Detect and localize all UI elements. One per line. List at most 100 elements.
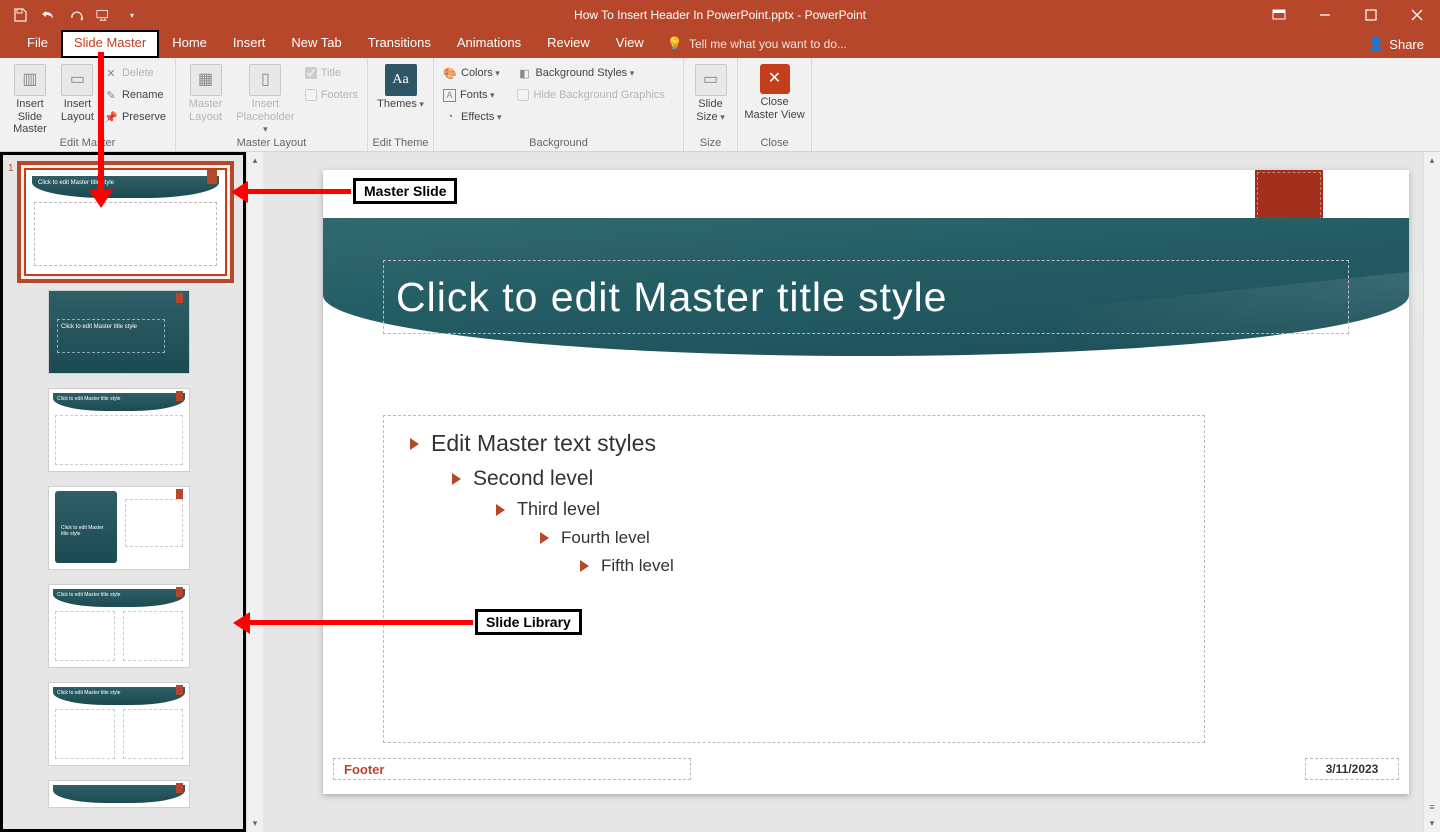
footers-checkbox: Footers	[302, 85, 361, 105]
footer-text: Footer	[344, 762, 384, 777]
window-title: How To Insert Header In PowerPoint.pptx …	[574, 8, 866, 22]
annotation-label-library: Slide Library	[475, 609, 582, 635]
layout-thumbnail[interactable]: Click to edit Master title style	[49, 389, 189, 471]
delete-button[interactable]: ✕Delete	[101, 63, 169, 83]
tab-animations[interactable]: Animations	[444, 30, 534, 58]
themes-label: Themes	[377, 98, 424, 111]
layout-thumbnail[interactable]: Click to edit Master title style	[49, 487, 189, 569]
layout-thumbnail[interactable]	[49, 781, 189, 807]
insert-layout-label: Insert Layout	[58, 98, 97, 123]
layout-thumbnail[interactable]: Click to edit Master title style	[49, 585, 189, 667]
bullet-icon	[496, 504, 505, 516]
themes-button[interactable]: Aa Themes	[374, 62, 427, 111]
layout-thumb-title: Click to edit Master title style	[57, 690, 120, 696]
title-chk-label: Title	[321, 67, 341, 79]
ribbon-tabs: File Slide Master Home Insert New Tab Tr…	[0, 30, 1440, 58]
rename-icon: ✎	[104, 88, 118, 102]
placeholder-icon: ▯	[249, 64, 281, 96]
annotation-arrow-down	[98, 52, 104, 192]
qat-customize-icon[interactable]: ▾	[124, 7, 140, 23]
footer-placeholder[interactable]: Footer	[333, 758, 691, 780]
window-buttons	[1256, 0, 1440, 30]
preserve-button[interactable]: 📌Preserve	[101, 107, 169, 127]
slide-thumbnail-panel: 1 Click to edit Master title style Click…	[0, 152, 246, 832]
annotation-label-master: Master Slide	[353, 178, 457, 204]
level4-text: Fourth level	[561, 528, 650, 548]
share-button[interactable]: 👤 Share	[1352, 30, 1440, 58]
save-icon[interactable]	[12, 7, 28, 23]
master-slide-canvas[interactable]: ‹#› Click to edit Master title style Edi…	[323, 170, 1409, 794]
close-master-view-button[interactable]: ✕ Close Master View	[744, 62, 805, 121]
slide-master-icon: ▥	[14, 64, 46, 96]
layout-thumb-title: Click to edit Master title style	[61, 525, 111, 537]
scroll-split-icon[interactable]: ≡	[1424, 798, 1440, 815]
rename-label: Rename	[122, 89, 164, 101]
insert-slide-master-button[interactable]: ▥ Insert Slide Master	[6, 62, 54, 136]
group-master-layout: Master Layout	[176, 136, 367, 151]
master-slide-thumbnail[interactable]: 1 Click to edit Master title style	[17, 161, 234, 283]
bullet-icon	[452, 473, 461, 485]
fonts-icon: A	[443, 89, 456, 102]
insert-layout-button[interactable]: ▭ Insert Layout	[58, 62, 97, 123]
body-placeholder[interactable]: Edit Master text styles Second level Thi…	[383, 415, 1205, 743]
group-size: Size	[684, 136, 737, 151]
level3-text: Third level	[517, 499, 600, 520]
scroll-up-icon[interactable]: ▴	[247, 152, 263, 169]
effects-icon: ◔	[443, 110, 457, 124]
scroll-down-icon[interactable]: ▾	[247, 815, 263, 832]
bg-styles-label: Background Styles	[535, 67, 634, 79]
group-background: Background	[434, 136, 683, 151]
redo-icon[interactable]	[68, 7, 84, 23]
editor-scrollbar[interactable]: ▴ ▾ ≡	[1423, 152, 1440, 832]
undo-icon[interactable]	[40, 7, 56, 23]
tab-transitions[interactable]: Transitions	[355, 30, 444, 58]
effects-label: Effects	[461, 111, 501, 123]
layout-thumb-title: Click to edit Master title style	[57, 396, 120, 402]
layout-thumb-title: Click to edit Master title style	[61, 324, 137, 331]
master-index: 1	[8, 163, 14, 174]
group-close: Close	[738, 136, 811, 151]
bullet-icon	[580, 560, 589, 572]
tab-home[interactable]: Home	[159, 30, 220, 58]
colors-label: Colors	[461, 67, 500, 79]
layout-thumbnail-list: Click to edit Master title style Click t…	[49, 291, 243, 807]
lightbulb-icon: 💡	[667, 36, 683, 52]
tab-file[interactable]: File	[14, 30, 61, 58]
bullet-icon	[540, 532, 549, 544]
close-window-button[interactable]	[1394, 0, 1440, 30]
maximize-button[interactable]	[1348, 0, 1394, 30]
insert-layout-icon: ▭	[61, 64, 93, 96]
annotation-arrow-library	[249, 620, 473, 625]
group-edit-master: Edit Master	[0, 136, 175, 151]
colors-button[interactable]: 🎨Colors	[440, 63, 504, 83]
insert-placeholder-label: Insert Placeholder	[233, 98, 298, 136]
scroll-down-icon[interactable]: ▾	[1424, 815, 1440, 832]
layout-thumbnail[interactable]: Click to edit Master title style	[49, 291, 189, 373]
thumbnail-scrollbar[interactable]: ▴ ▾	[246, 152, 263, 832]
fonts-button[interactable]: AFonts	[440, 85, 504, 105]
themes-icon: Aa	[385, 64, 417, 96]
tell-me-search[interactable]: 💡 Tell me what you want to do...	[657, 30, 847, 58]
tab-review[interactable]: Review	[534, 30, 603, 58]
tab-new-tab[interactable]: New Tab	[278, 30, 354, 58]
date-placeholder[interactable]: 3/11/2023	[1305, 758, 1399, 780]
share-label: Share	[1389, 37, 1424, 52]
master-layout-icon: ▦	[190, 64, 222, 96]
tab-view[interactable]: View	[603, 30, 657, 58]
slide-size-label: Slide Size	[690, 98, 731, 123]
tab-insert[interactable]: Insert	[220, 30, 279, 58]
start-from-beginning-icon[interactable]	[96, 7, 112, 23]
scroll-up-icon[interactable]: ▴	[1424, 152, 1440, 169]
slide-size-button[interactable]: ▭ Slide Size	[690, 62, 731, 123]
rename-button[interactable]: ✎ Rename	[101, 85, 169, 105]
background-styles-button[interactable]: ◧Background Styles	[514, 63, 667, 83]
title-placeholder[interactable]: Click to edit Master title style	[383, 260, 1349, 334]
level2-text: Second level	[473, 467, 593, 491]
tab-slide-master[interactable]: Slide Master	[61, 30, 159, 58]
ribbon-display-options-icon[interactable]	[1256, 0, 1302, 30]
effects-button[interactable]: ◔ Effects	[440, 107, 504, 127]
minimize-button[interactable]	[1302, 0, 1348, 30]
group-edit-theme: Edit Theme	[368, 136, 433, 151]
layout-thumbnail[interactable]: Click to edit Master title style	[49, 683, 189, 765]
workspace: 1 Click to edit Master title style Click…	[0, 152, 1440, 832]
